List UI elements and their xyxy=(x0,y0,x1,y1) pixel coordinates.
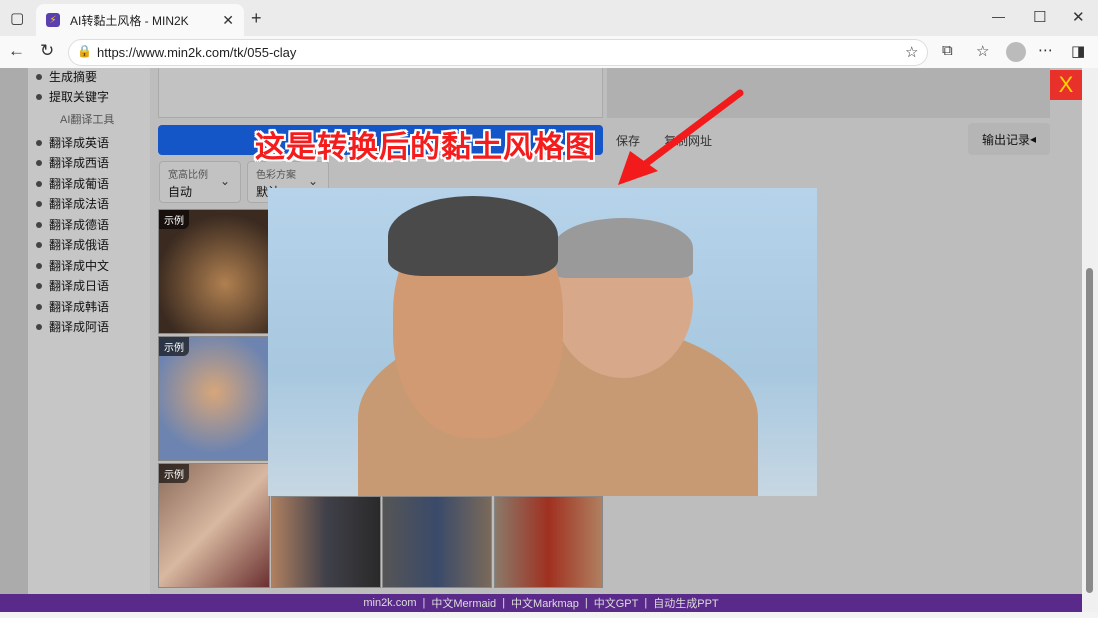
sidebar-item[interactable]: 翻译成日语 xyxy=(36,277,109,294)
sidebar-item-label: 翻译成法语 xyxy=(49,197,110,211)
close-tab-icon[interactable]: ✕ xyxy=(222,12,234,29)
history-label: 输出记录 xyxy=(981,132,1030,147)
sidebar-item-label: 翻译成日语 xyxy=(49,279,110,293)
url-input[interactable]: 🔒 https://www.min2k.com/tk/055-clay ☆ xyxy=(68,39,928,66)
maximize-icon[interactable]: ☐ xyxy=(1033,8,1046,26)
sidebar-item-label: 翻译成俄语 xyxy=(49,238,110,252)
url-text: https://www.min2k.com/tk/055-clay xyxy=(97,45,297,60)
sidebar-group-title: AI翻译工具 xyxy=(60,114,115,126)
footer-separator: | xyxy=(422,597,426,609)
history-button[interactable]: 输出记录 ◂ xyxy=(968,123,1050,155)
sidebar-item-label: 翻译成德语 xyxy=(49,218,110,232)
sidebar-item[interactable]: 生成摘要 xyxy=(36,68,97,85)
close-window-icon[interactable]: ✕ xyxy=(1072,8,1085,26)
favorites-icon[interactable]: ☆ xyxy=(976,42,989,60)
example-badge: 示例 xyxy=(159,210,189,229)
annotation-text: 这是转换后的黏土风格图 xyxy=(255,130,596,165)
clay-hair-dark xyxy=(388,196,558,276)
example-image[interactable] xyxy=(271,496,381,588)
sidebar-item-label: 生成摘要 xyxy=(49,70,98,84)
scrollbar-thumb[interactable] xyxy=(1086,268,1093,593)
sidebar-item[interactable]: 翻译成阿语 xyxy=(36,318,109,335)
example-badge: 示例 xyxy=(159,337,189,356)
clay-result-image[interactable] xyxy=(268,188,817,496)
sidebar-item[interactable]: 翻译成中文 xyxy=(36,257,109,274)
sidebar-item-label: 翻译成中文 xyxy=(49,259,110,273)
footer: min2k.com | 中文Mermaid | 中文Markmap | 中文GPT | … xyxy=(0,594,1082,612)
sidebar: 生成摘要 提取关键字 AI翻译工具 翻译成英语 翻译成西语 翻译成葡语 翻译成法… xyxy=(28,68,150,594)
more-icon[interactable]: ⋯ xyxy=(1038,41,1053,59)
example-image[interactable] xyxy=(382,496,492,588)
example-image[interactable]: 示例 xyxy=(158,463,270,588)
clay-hair-gray xyxy=(553,218,693,278)
favorite-star-icon[interactable]: ☆ xyxy=(905,43,918,61)
footer-link[interactable]: 中文Mermaid xyxy=(431,595,496,611)
chevron-down-icon: ⌄ xyxy=(219,174,230,188)
tab-actions-icon[interactable]: ▢ xyxy=(10,9,24,27)
aspect-ratio-select[interactable]: 宽高比例 自动 ⌄ xyxy=(159,161,241,203)
caret-left-icon: ◂ xyxy=(1029,132,1037,146)
minimize-icon[interactable]: — xyxy=(992,9,1005,24)
footer-link[interactable]: min2k.com xyxy=(363,597,416,609)
sidebar-item-label: 翻译成葡语 xyxy=(49,177,110,191)
footer-link[interactable]: 中文GPT xyxy=(594,595,639,611)
page-content: 生成摘要 提取关键字 AI翻译工具 翻译成英语 翻译成西语 翻译成葡语 翻译成法… xyxy=(0,68,1082,594)
profile-avatar[interactable] xyxy=(1006,42,1026,62)
sidebar-item-label: 翻译成英语 xyxy=(49,136,110,150)
extensions-icon[interactable]: ⧉ xyxy=(942,42,953,59)
back-icon[interactable]: ← xyxy=(8,41,25,61)
scrollbar[interactable] xyxy=(1082,68,1098,612)
sidebar-item[interactable]: 翻译成西语 xyxy=(36,154,109,171)
close-modal-button[interactable]: X xyxy=(1050,70,1082,100)
prompt-input[interactable] xyxy=(158,68,603,118)
footer-link[interactable]: 自动生成PPT xyxy=(653,595,718,611)
sidebar-item[interactable]: 翻译成俄语 xyxy=(36,236,109,253)
window-bottom-edge xyxy=(0,612,1098,618)
refresh-icon[interactable]: ↻ xyxy=(40,41,54,61)
new-tab-icon[interactable]: + xyxy=(251,8,262,29)
left-strip xyxy=(0,68,28,594)
sidebar-item-label: 提取关键字 xyxy=(49,90,110,104)
example-image[interactable] xyxy=(494,496,603,588)
sidebar-item-label: 翻译成阿语 xyxy=(49,320,110,334)
example-image[interactable]: 示例 xyxy=(158,336,270,461)
footer-separator: | xyxy=(644,597,648,609)
sidebar-item[interactable]: 翻译成英语 xyxy=(36,134,109,151)
sidebar-item-label: 翻译成韩语 xyxy=(49,300,110,314)
tab-bar: ▢ ⚡ AI转黏土风格 - MIN2K ✕ + — ☐ ✕ xyxy=(0,0,1098,36)
favicon-icon: ⚡ xyxy=(46,13,60,27)
address-bar-row: ← ↻ 🔒 https://www.min2k.com/tk/055-clay … xyxy=(0,36,1098,68)
sidebar-toggle-icon[interactable]: ◨ xyxy=(1071,42,1085,60)
example-image[interactable]: 示例 xyxy=(158,209,270,334)
footer-link[interactable]: 中文Markmap xyxy=(511,595,579,611)
sidebar-item[interactable]: 翻译成葡语 xyxy=(36,175,109,192)
sidebar-item[interactable]: 提取关键字 xyxy=(36,88,109,105)
sidebar-item-label: 翻译成西语 xyxy=(49,156,110,170)
annotation-arrow-icon xyxy=(618,89,744,185)
sidebar-item[interactable]: 翻译成德语 xyxy=(36,216,109,233)
sidebar-item[interactable]: 翻译成韩语 xyxy=(36,298,109,315)
footer-separator: | xyxy=(584,597,588,609)
browser-tab[interactable]: ⚡ AI转黏土风格 - MIN2K ✕ xyxy=(36,4,244,36)
sidebar-item[interactable]: 翻译成法语 xyxy=(36,195,109,212)
example-badge: 示例 xyxy=(159,464,189,483)
footer-separator: | xyxy=(502,597,506,609)
chevron-down-icon: ⌄ xyxy=(307,174,318,188)
tab-title: AI转黏土风格 - MIN2K xyxy=(70,13,189,28)
lock-icon[interactable]: 🔒 xyxy=(77,44,92,58)
